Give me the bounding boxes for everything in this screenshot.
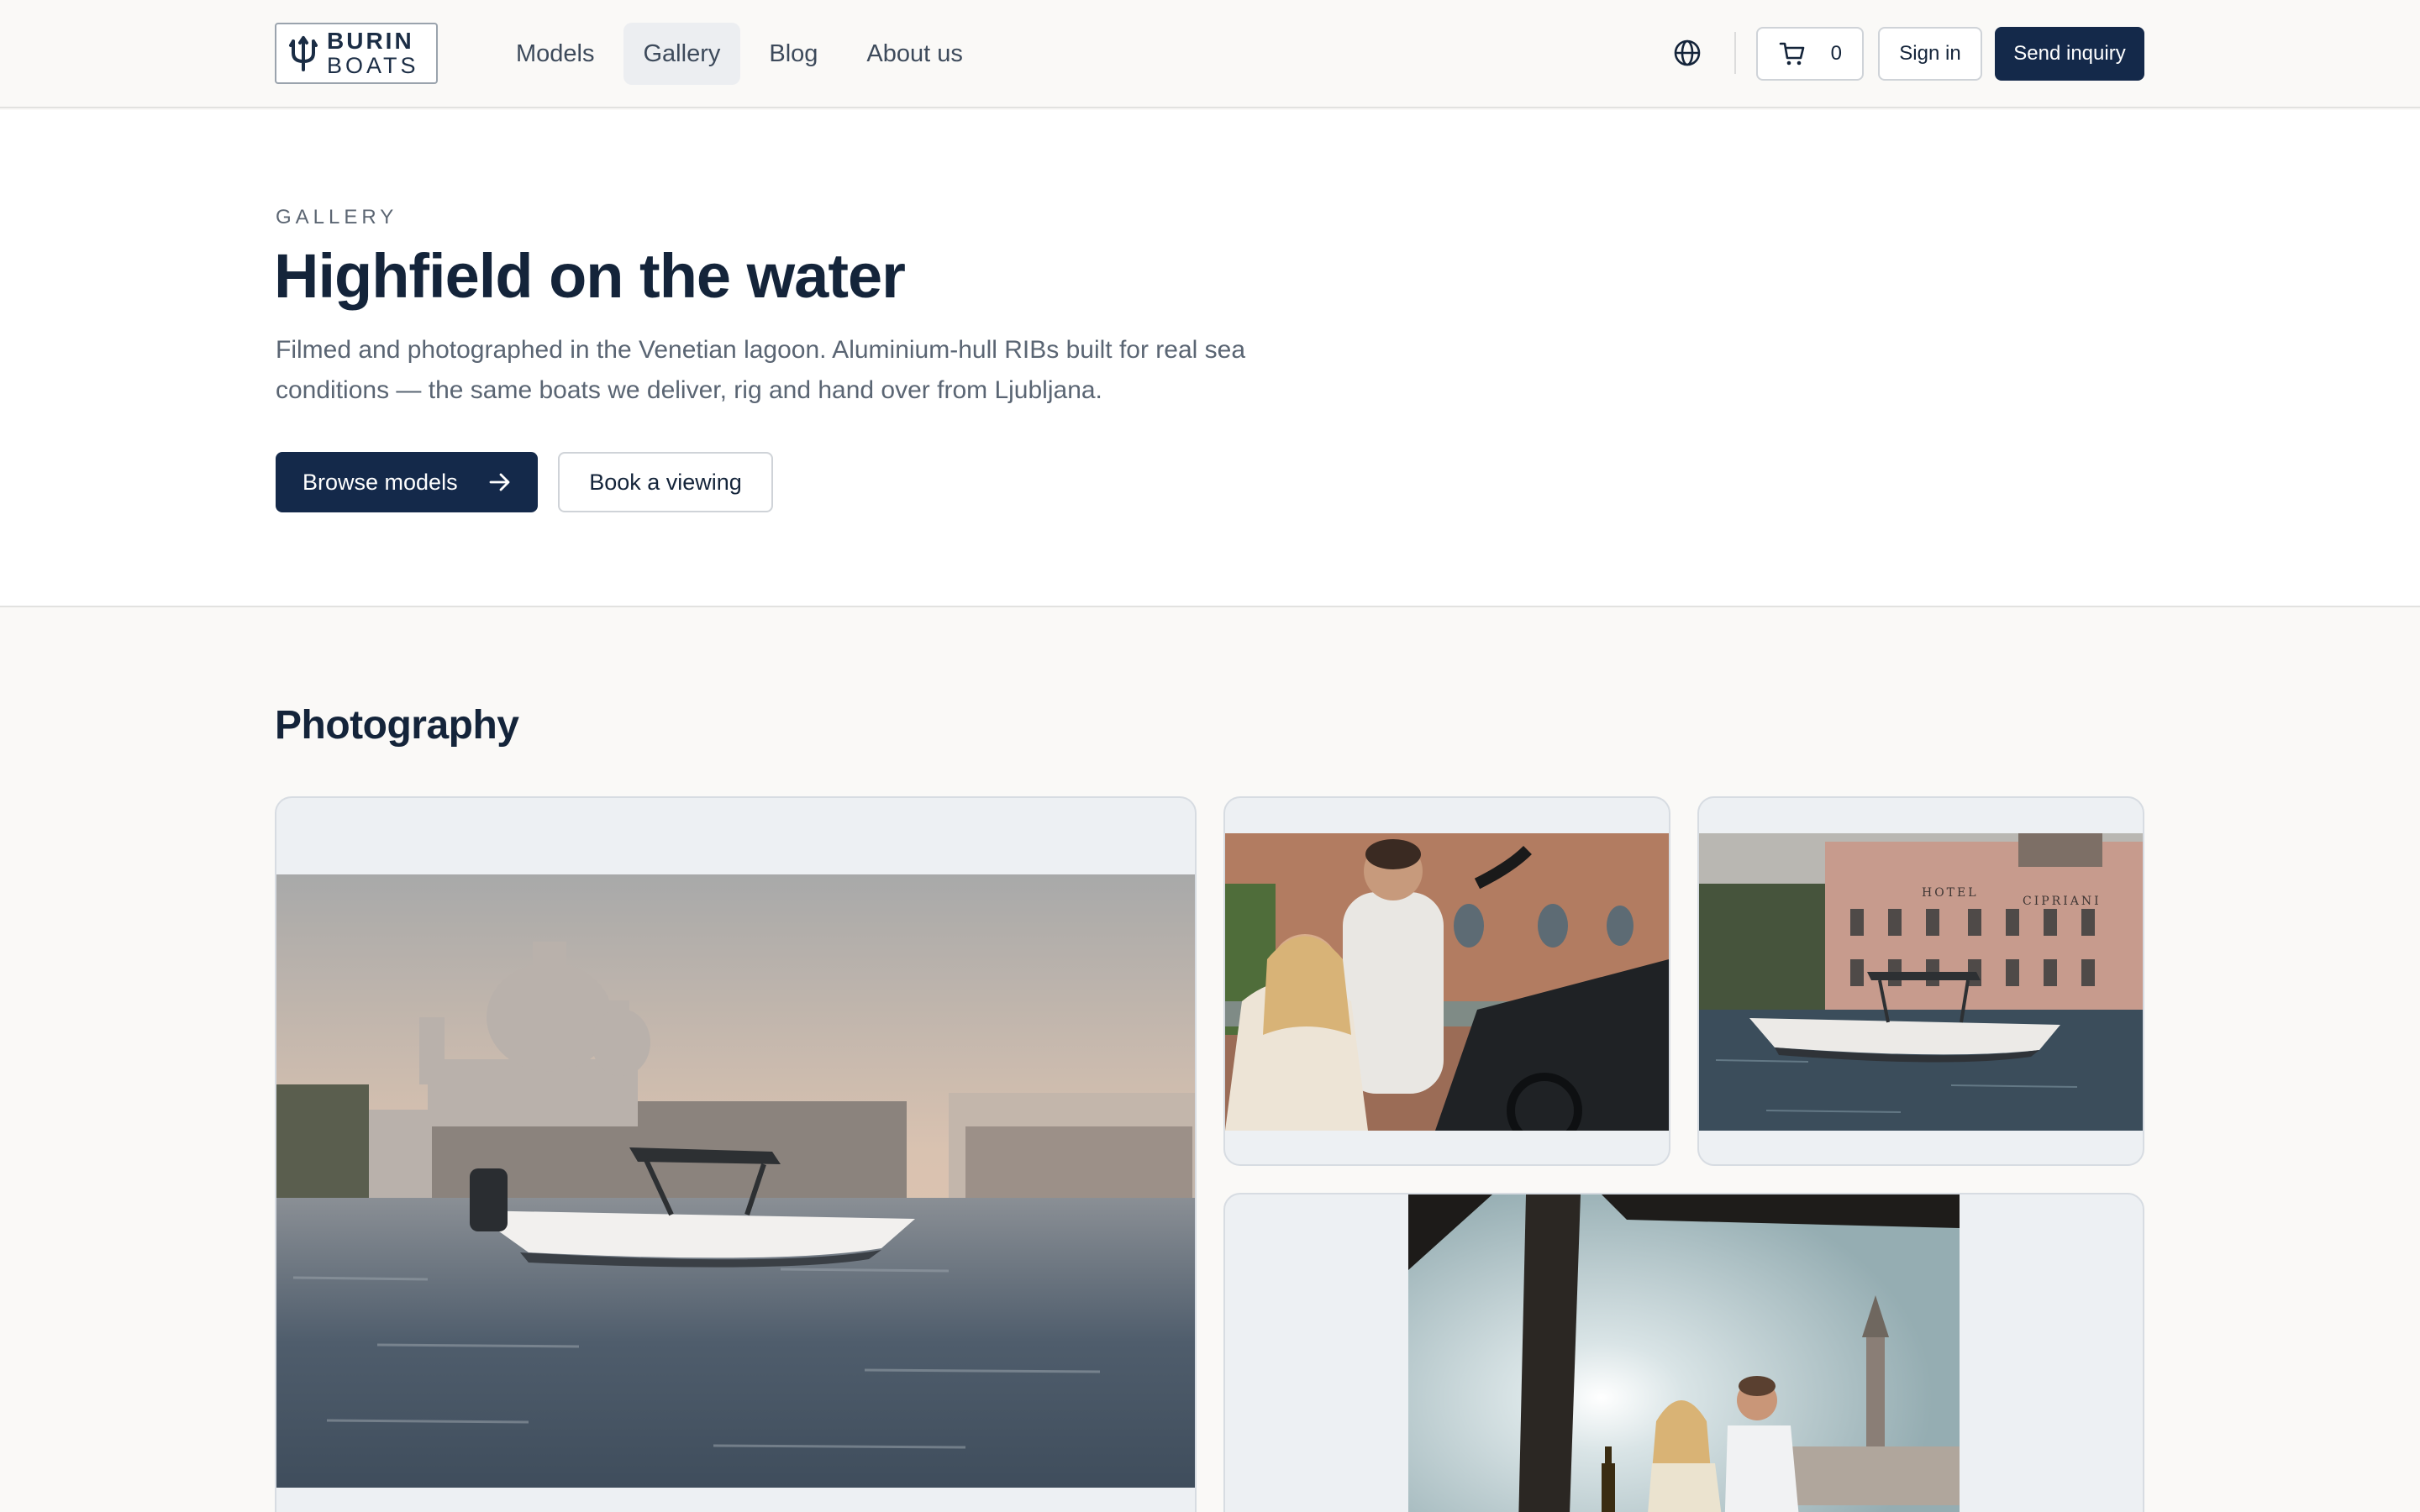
browse-models-label: Browse models: [302, 469, 458, 495]
photo-boat-basilica[interactable]: [276, 874, 1195, 1488]
header-divider: [1734, 32, 1736, 74]
hero-description: Filmed and photographed in the Venetian …: [276, 336, 1246, 404]
photo-boat-hotel[interactable]: HOTEL CIPRIANI: [1699, 833, 2143, 1131]
cart-button[interactable]: 0: [1756, 27, 1864, 81]
arrow-right-icon: [489, 473, 510, 491]
sign-in-button[interactable]: Sign in: [1878, 27, 1982, 81]
gallery-card-hotel[interactable]: HOTEL CIPRIANI: [1697, 796, 2144, 1166]
book-viewing-button[interactable]: Book a viewing: [558, 452, 773, 512]
browse-models-button[interactable]: Browse models: [276, 452, 538, 512]
page-title: Highfield on the water: [274, 241, 906, 311]
gallery-card-couple-driving[interactable]: [1223, 796, 1670, 1166]
logo-word-boats: BOATS: [327, 53, 419, 78]
logo-word-burin: BURIN: [327, 28, 414, 54]
cart-count: 0: [1830, 42, 1842, 65]
nav-gallery[interactable]: Gallery: [623, 23, 741, 85]
main-nav: Models Gallery Blog About us: [496, 23, 992, 85]
globe-icon[interactable]: [1672, 38, 1702, 68]
hotel-sign-hotel: HOTEL: [1922, 886, 1979, 900]
gallery-card-basilica[interactable]: [275, 796, 1197, 1512]
nav-blog[interactable]: Blog: [749, 23, 838, 85]
send-inquiry-button[interactable]: Send inquiry: [1995, 27, 2144, 81]
gallery-card-couple-toast[interactable]: [1223, 1193, 2144, 1512]
nav-models[interactable]: Models: [496, 23, 615, 85]
trident-icon: [289, 35, 318, 71]
hero-eyebrow: GALLERY: [276, 206, 398, 228]
hotel-sign-cipriani: CIPRIANI: [2023, 895, 2102, 908]
hero-section: GALLERY Highfield on the water Filmed an…: [0, 110, 2420, 607]
photo-couple-driving[interactable]: [1225, 833, 1669, 1131]
photo-couple-toast[interactable]: [1408, 1194, 1960, 1512]
brand-logo[interactable]: BURIN BOATS: [275, 23, 438, 84]
nav-about-us[interactable]: About us: [846, 23, 982, 85]
photography-title: Photography: [275, 703, 519, 748]
cart-icon: [1779, 42, 1805, 66]
site-header: BURIN BOATS Models Gallery Blog About us…: [0, 0, 2420, 108]
